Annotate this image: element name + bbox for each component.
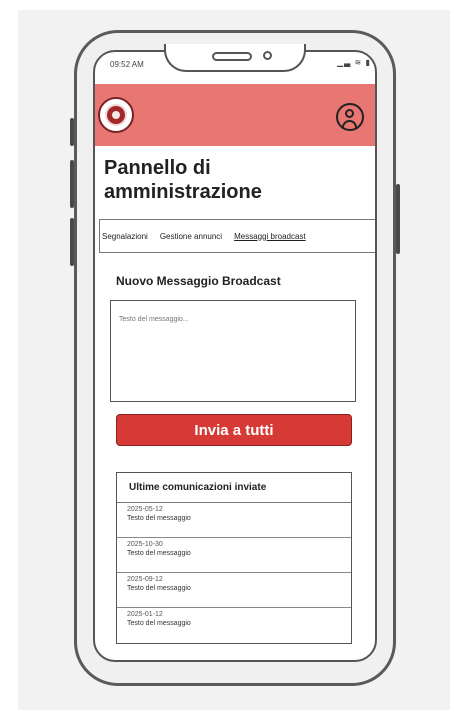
list-item-date: 2025-01-12	[127, 611, 163, 618]
tab-bar: Segnalazioni Gestione annunci Messaggi b…	[99, 219, 375, 253]
list-item-text: Testo del messaggio	[127, 550, 191, 557]
page-title: Pannello di amministrazione	[104, 157, 262, 203]
status-icons: ▁▃ ≋ ▮	[337, 58, 371, 67]
phone-volume-down	[70, 218, 74, 266]
status-time: 09:52 AM	[110, 60, 144, 69]
seal-icon	[105, 104, 127, 126]
list-item[interactable]: 2025-01-12 Testo del messaggio	[117, 608, 351, 643]
speaker-icon	[212, 52, 252, 61]
phone-power-button	[396, 184, 400, 254]
list-item-date: 2025-10-30	[127, 541, 163, 548]
phone-side-button	[70, 118, 74, 146]
tab-segnalazioni[interactable]: Segnalazioni	[102, 232, 148, 241]
seal-core	[112, 111, 120, 119]
phone-volume-up	[70, 160, 74, 208]
profile-icon[interactable]	[336, 103, 364, 131]
tab-gestione-annunci[interactable]: Gestione annunci	[160, 232, 222, 241]
list-item-date: 2025-09-12	[127, 576, 163, 583]
list-item-text: Testo del messaggio	[127, 620, 191, 627]
list-item-text: Testo del messaggio	[127, 515, 191, 522]
list-item[interactable]: 2025-10-30 Testo del messaggio	[117, 538, 351, 573]
history-title: Ultime comunicazioni inviate	[117, 473, 351, 503]
list-item-text: Testo del messaggio	[127, 585, 191, 592]
camera-icon	[263, 51, 272, 60]
list-item-date: 2025-05-12	[127, 506, 163, 513]
profile-body-icon	[342, 120, 357, 128]
section-title: Nuovo Messaggio Broadcast	[116, 274, 281, 288]
list-item[interactable]: 2025-09-12 Testo del messaggio	[117, 573, 351, 608]
message-input[interactable]	[110, 300, 356, 402]
send-to-all-button[interactable]: Invia a tutti	[116, 414, 352, 446]
university-logo[interactable]	[98, 97, 134, 133]
sent-history-list: Ultime comunicazioni inviate 2025-05-12 …	[116, 472, 352, 644]
tab-messaggi-broadcast[interactable]: Messaggi broadcast	[234, 232, 306, 241]
app-header	[95, 84, 375, 146]
profile-head-icon	[345, 109, 354, 118]
list-item[interactable]: 2025-05-12 Testo del messaggio	[117, 503, 351, 538]
